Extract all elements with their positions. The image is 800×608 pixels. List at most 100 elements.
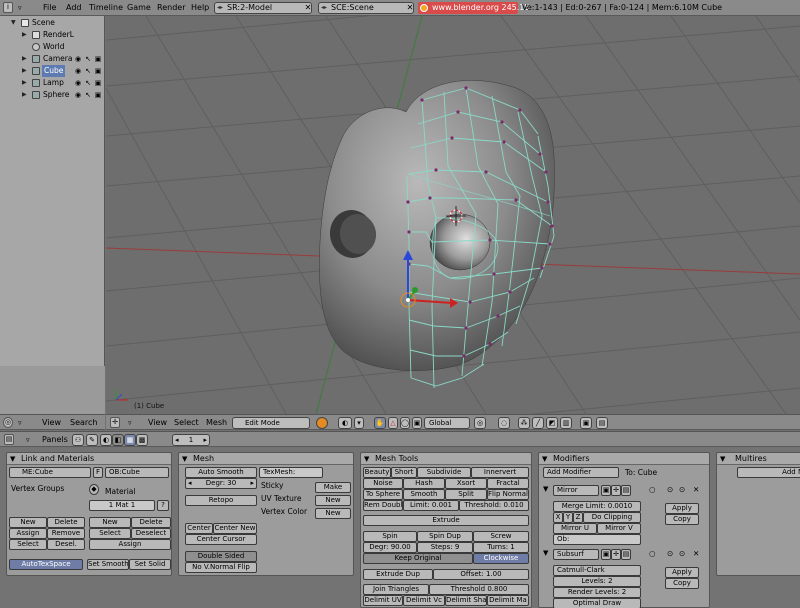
outliner-menu-view[interactable]: View — [42, 415, 61, 431]
remove-modifier-icon[interactable]: ✕ — [693, 484, 699, 495]
outliner-scroll-area[interactable] — [0, 366, 105, 414]
collapse-triangle-icon[interactable]: ▼ — [364, 453, 369, 465]
material-updown-icon[interactable]: ◆ — [89, 484, 99, 495]
collapse-triangle-icon[interactable]: ▼ — [543, 484, 548, 495]
delete-scene-icon[interactable]: ✕ — [405, 2, 415, 14]
material-question-button[interactable]: ? — [157, 500, 169, 511]
editmode-toggle-icon[interactable]: ▤ — [621, 549, 631, 560]
eye-icon[interactable]: ◉ — [74, 91, 82, 99]
delimit-sharp-toggle[interactable]: Delimit Sha — [445, 595, 487, 606]
view3d-menu-select[interactable]: Select — [174, 415, 199, 431]
fake-user-button[interactable]: F — [93, 467, 103, 478]
outliner-item-cube[interactable]: ▶ Cube ◉ ↖ ▣ — [0, 65, 105, 77]
logic-context-icon[interactable]: ⚇ — [72, 434, 84, 446]
sticky-make-button[interactable]: Make — [315, 482, 351, 493]
translate-manipulator-icon[interactable]: △ — [388, 417, 398, 429]
innervert-button[interactable]: Innervert — [471, 467, 529, 478]
collapse-triangle-icon[interactable]: ▼ — [11, 17, 16, 29]
realtime-toggle-icon[interactable]: ✛ — [611, 549, 621, 560]
viewport-canvas[interactable] — [106, 16, 800, 414]
clockwise-toggle[interactable]: Clockwise — [473, 553, 529, 564]
view3d-menu-view[interactable]: View — [148, 415, 167, 431]
smooth-button[interactable]: Smooth — [403, 489, 445, 500]
cursor-select-icon[interactable]: ↖ — [84, 79, 92, 87]
move-up-icon[interactable]: ⊙ — [667, 484, 673, 495]
face-select-icon[interactable]: ◩ — [546, 417, 558, 429]
to-sphere-button[interactable]: To Sphere — [363, 489, 403, 500]
vertex-color-new-button[interactable]: New — [315, 508, 351, 519]
scene-context-icon[interactable]: ▩ — [136, 434, 148, 446]
render-icon[interactable]: ▣ — [94, 91, 102, 99]
panel-header[interactable]: ▼ Mesh — [179, 453, 353, 465]
collapse-triangle-icon[interactable]: ▼ — [10, 453, 15, 465]
rotate-manipulator-icon[interactable]: ◯ — [400, 417, 410, 429]
offset-field[interactable]: Offset: 1.00 — [433, 569, 529, 580]
panel-header[interactable]: ▼ Mesh Tools — [361, 453, 531, 465]
frame-number-field[interactable]: ◂ 1 ▸ — [172, 434, 210, 446]
menu-help[interactable]: Help — [190, 0, 210, 16]
panel-header[interactable]: ▼ Link and Materials — [7, 453, 171, 465]
center-cursor-button[interactable]: Center Cursor — [185, 534, 257, 545]
cursor-select-icon[interactable]: ↖ — [84, 67, 92, 75]
join-triangles-button[interactable]: Join Triangles — [363, 584, 429, 595]
split-button[interactable]: Split — [445, 489, 487, 500]
subsurf-modifier-name[interactable]: Subsurf — [553, 549, 599, 560]
menu-game[interactable]: Game — [126, 0, 152, 16]
mirror-u-toggle[interactable]: Mirror U — [553, 523, 597, 534]
cursor-select-icon[interactable]: ↖ — [84, 55, 92, 63]
editmode-toggle-icon[interactable]: ▤ — [621, 485, 631, 496]
vgroup-remove-button[interactable]: Remove — [47, 528, 85, 539]
occlude-geometry-icon[interactable]: ▥ — [560, 417, 572, 429]
material-delete-button[interactable]: Delete — [131, 517, 171, 528]
material-index-field[interactable]: 1 Mat 1 — [89, 500, 155, 511]
merge-limit-field[interactable]: Merge Limit: 0.0010 — [553, 501, 641, 512]
collapse-triangle-icon[interactable]: ▼ — [543, 548, 548, 559]
spin-button[interactable]: Spin — [363, 531, 417, 542]
cage-circle-icon[interactable]: ○ — [649, 484, 656, 495]
outliner-item-sphere[interactable]: ▶ Sphere ◉ ↖ ▣ — [0, 89, 105, 101]
mirror-copy-button[interactable]: Copy — [665, 514, 699, 525]
flip-normal-button[interactable]: Flip Normal — [487, 489, 529, 500]
window-type-icon[interactable]: i — [3, 2, 13, 13]
set-solid-button[interactable]: Set Solid — [129, 559, 171, 570]
buttons-menu-panels[interactable]: Panels — [42, 432, 68, 448]
render-icon[interactable]: ▣ — [94, 79, 102, 87]
limit-field[interactable]: Limit: 0.001 — [403, 500, 459, 511]
render-icon[interactable]: ▣ — [94, 55, 102, 63]
vgroup-delete-button[interactable]: Delete — [47, 517, 85, 528]
screw-turns-field[interactable]: Turns: 1 — [473, 542, 529, 553]
proportional-edit-icon[interactable]: ◌ — [498, 417, 510, 429]
render-toggle-icon[interactable]: ▣ — [601, 485, 611, 496]
subsurf-type-menu[interactable]: Catmull-Clark — [553, 565, 641, 576]
menu-render[interactable]: Render — [156, 0, 186, 16]
hash-button[interactable]: Hash — [403, 478, 445, 489]
3d-viewport[interactable]: (1) Cube — [106, 16, 800, 414]
header-collapse-icon[interactable]: ▿ — [26, 432, 30, 448]
outliner[interactable]: ▼ Scene ▶ RenderL World ▶ Camera ◉ ↖ ▣ ▶… — [0, 16, 105, 414]
join-threshold-field[interactable]: Threshold 0.800 — [429, 584, 529, 595]
retopo-toggle[interactable]: Retopo — [185, 495, 257, 506]
delimit-uv-toggle[interactable]: Delimit UV — [363, 595, 403, 606]
collapse-triangle-icon[interactable]: ▼ — [542, 453, 547, 465]
scene-selector[interactable]: ◂▸ SCE:Scene — [318, 2, 414, 14]
material-assign-button[interactable]: Assign — [89, 539, 171, 550]
beauty-toggle[interactable]: Beauty — [363, 467, 391, 478]
double-sided-toggle[interactable]: Double Sided — [185, 551, 257, 562]
spin-steps-field[interactable]: Steps: 9 — [417, 542, 473, 553]
menu-add[interactable]: Add — [65, 0, 83, 16]
move-down-icon[interactable]: ⊙ — [679, 484, 685, 495]
render-preview-icon[interactable]: ▣ — [580, 417, 592, 429]
mirror-axis-y[interactable]: Y — [563, 512, 573, 523]
eye-icon[interactable]: ◉ — [74, 67, 82, 75]
window-type-icon[interactable]: ◎ — [3, 417, 13, 428]
blender-url-badge[interactable]: www.blender.org 245.15 — [418, 2, 529, 14]
outliner-item-lamp[interactable]: ▶ Lamp ◉ ↖ ▣ — [0, 77, 105, 89]
autotexspace-toggle[interactable]: AutoTexSpace — [9, 559, 83, 570]
expand-triangle-icon[interactable]: ▶ — [22, 29, 27, 41]
header-collapse-icon[interactable]: ▿ — [18, 0, 22, 16]
mirror-axis-z[interactable]: Z — [573, 512, 583, 523]
outliner-item-scene[interactable]: ▼ Scene — [0, 17, 105, 29]
remove-doubles-button[interactable]: Rem Doubl — [363, 500, 403, 511]
xsort-button[interactable]: Xsort — [445, 478, 487, 489]
eye-icon[interactable]: ◉ — [74, 79, 82, 87]
